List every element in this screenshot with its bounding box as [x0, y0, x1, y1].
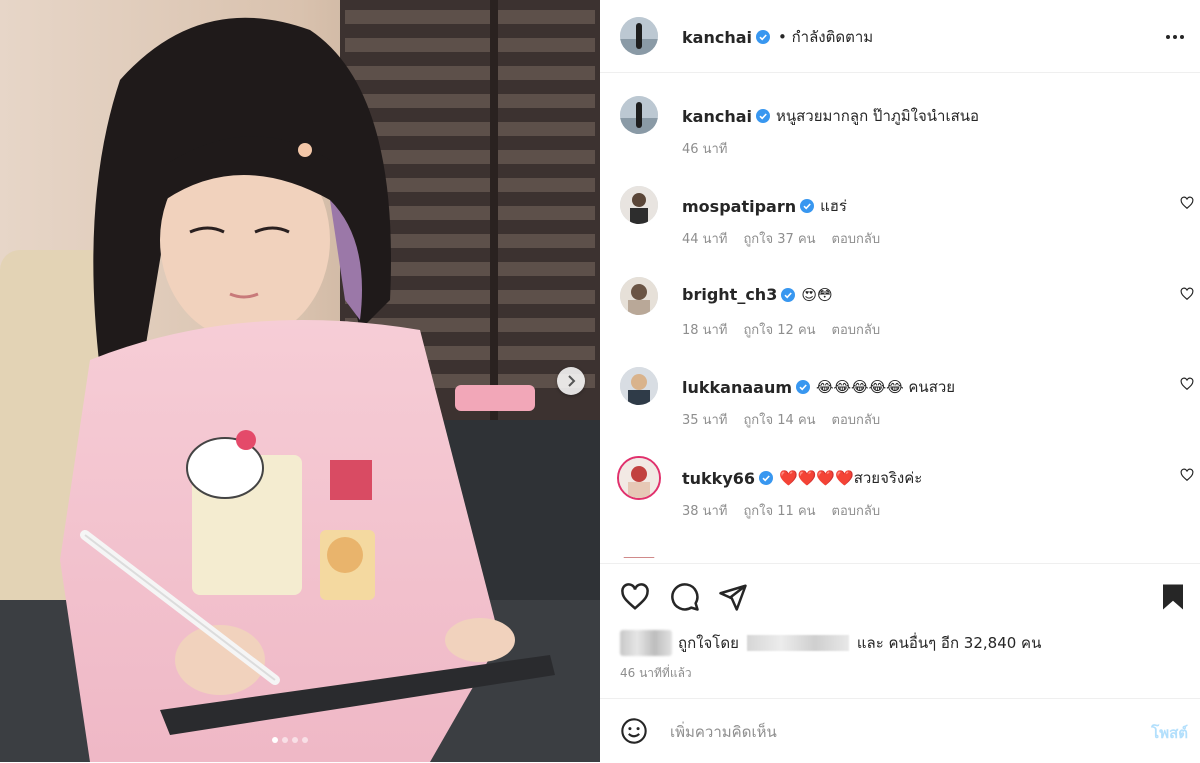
- comment-text: 😍😳: [801, 285, 833, 304]
- profile-photo: [620, 367, 658, 405]
- verified-badge-icon: [759, 471, 774, 485]
- username-link[interactable]: mospatiparn: [682, 197, 796, 216]
- carousel-dot[interactable]: [272, 737, 278, 743]
- heart-icon[interactable]: [1180, 377, 1194, 391]
- post-comment-button[interactable]: โพสต์: [1151, 721, 1188, 745]
- username-link[interactable]: kanchai: [682, 107, 752, 126]
- comment-time: 35 นาที: [682, 413, 728, 428]
- avatar[interactable]: [620, 367, 658, 405]
- verified-badge-icon: [755, 30, 770, 44]
- comment-text: 😂😂😂😂😂 คนสวย: [816, 378, 956, 396]
- avatar[interactable]: [617, 456, 661, 500]
- comment-item: tukky66 ❤️❤️❤️❤️สวยจริงค่ะ 38 นาที ถูกใจ…: [600, 456, 1200, 538]
- more-options-icon[interactable]: [1164, 26, 1186, 48]
- avatar[interactable]: [620, 186, 658, 224]
- profile-photo: [619, 458, 659, 498]
- comment-item: mospatiparn แฮร่ 44 นาที ถูกใจ 37 คน ตอบ…: [600, 186, 1200, 266]
- post-actions: ถูกใจโดย และ คนอื่นๆ อีก 32,840 คน 46 นา…: [600, 563, 1200, 704]
- comment-meta: 38 นาที ถูกใจ 11 คน ตอบกลับ: [682, 500, 880, 521]
- comment-item: bright_ch3 😍😳 18 นาที ถูกใจ 12 คน ตอบกลั…: [600, 277, 1200, 357]
- comment-text: แฮร่: [820, 197, 847, 215]
- comment-likes[interactable]: ถูกใจ 12 คน: [743, 319, 815, 340]
- heart-icon[interactable]: [1180, 196, 1194, 210]
- profile-photo: [620, 186, 658, 224]
- username-link[interactable]: bright_ch3: [682, 285, 777, 304]
- post-header: kanchai • กำลังติดตาม: [600, 0, 1200, 73]
- comment-likes[interactable]: ถูกใจ 11 คน: [743, 500, 815, 521]
- avatar[interactable]: [620, 96, 658, 134]
- avatar[interactable]: [620, 17, 658, 55]
- post-time: 46 นาทีที่แล้ว: [620, 666, 692, 680]
- comment-line: tukky66 ❤️❤️❤️❤️สวยจริงค่ะ: [682, 466, 922, 490]
- comment-line: bright_ch3 😍😳: [682, 285, 833, 304]
- bookmark-icon[interactable]: [1160, 582, 1186, 612]
- reply-button[interactable]: ตอบกลับ: [832, 319, 881, 340]
- verified-badge-icon: [755, 109, 770, 123]
- reply-button[interactable]: ตอบกลับ: [832, 500, 881, 521]
- post-side-panel: kanchai • กำลังติดตาม kanchai หนูสวยมากล…: [600, 0, 1200, 762]
- comment-line: mospatiparn แฮร่: [682, 194, 847, 218]
- caption: kanchai หนูสวยมากลูก ป๊าภูมิใจนำเสนอ 46 …: [600, 96, 1200, 176]
- comment-meta: 44 นาที ถูกใจ 37 คน ตอบกลับ: [682, 228, 880, 249]
- carousel-dot[interactable]: [282, 737, 288, 743]
- reply-button[interactable]: ตอบกลับ: [832, 409, 881, 430]
- photo-girl-drawing-on-tablet: [0, 0, 600, 762]
- post-author: kanchai • กำลังติดตาม: [682, 25, 873, 49]
- caption-line: kanchai หนูสวยมากลูก ป๊าภูมิใจนำเสนอ: [682, 104, 979, 128]
- comment-meta: 35 นาที ถูกใจ 14 คน ตอบกลับ: [682, 409, 880, 430]
- comment-likes[interactable]: ถูกใจ 37 คน: [743, 228, 815, 249]
- comment-line: lukkanaaum 😂😂😂😂😂 คนสวย: [682, 375, 955, 399]
- post-photo[interactable]: [0, 0, 600, 762]
- caption-text: หนูสวยมากลูก ป๊าภูมิใจนำเสนอ: [775, 107, 979, 125]
- comment-input[interactable]: [668, 717, 1112, 747]
- comment-icon[interactable]: [670, 582, 700, 612]
- comment-meta: 18 นาที ถูกใจ 12 คน ตอบกลับ: [682, 319, 880, 340]
- comment-text: ❤️❤️❤️❤️สวยจริงค่ะ: [779, 469, 923, 487]
- liker-avatars: [620, 630, 672, 656]
- username-link[interactable]: kanchai: [682, 28, 752, 47]
- heart-icon[interactable]: [1180, 287, 1194, 301]
- comment-time: 18 นาที: [682, 323, 728, 338]
- carousel-dots: [272, 737, 308, 743]
- reply-button[interactable]: ตอบกลับ: [832, 228, 881, 249]
- chevron-right-icon: [568, 375, 576, 387]
- carousel-dot[interactable]: [302, 737, 308, 743]
- comment-likes[interactable]: ถูกใจ 14 คน: [743, 409, 815, 430]
- likes-suffix[interactable]: และ คนอื่นๆ อีก 32,840 คน: [857, 631, 1041, 655]
- heart-icon[interactable]: [1180, 468, 1194, 482]
- share-icon[interactable]: [718, 582, 748, 612]
- caption-time: 46 นาที: [682, 142, 728, 157]
- carousel-dot[interactable]: [292, 737, 298, 743]
- heart-icon[interactable]: [620, 582, 650, 612]
- username-link[interactable]: lukkanaaum: [682, 378, 792, 397]
- next-comment-cutoff: [620, 550, 1180, 558]
- profile-photo: [620, 96, 658, 134]
- avatar[interactable]: [620, 277, 658, 315]
- profile-photo: [620, 17, 658, 55]
- verified-badge-icon: [800, 199, 815, 213]
- emoji-icon[interactable]: [620, 717, 648, 745]
- username-link[interactable]: tukky66: [682, 469, 755, 488]
- caption-meta: 46 นาที: [682, 138, 727, 159]
- verified-badge-icon: [781, 287, 796, 302]
- comment-time: 38 นาที: [682, 504, 728, 519]
- likes-summary[interactable]: ถูกใจโดย และ คนอื่นๆ อีก 32,840 คน: [620, 630, 1041, 656]
- next-image-button[interactable]: [557, 367, 585, 395]
- verified-badge-icon: [796, 380, 810, 394]
- cutoff-content: [623, 550, 655, 558]
- likes-prefix: ถูกใจโดย: [678, 634, 739, 652]
- follow-status[interactable]: • กำลังติดตาม: [778, 25, 873, 49]
- profile-photo: [620, 277, 658, 315]
- comment-bar: โพสต์: [600, 698, 1200, 763]
- comment-item: lukkanaaum 😂😂😂😂😂 คนสวย 35 นาที ถูกใจ 14 …: [600, 367, 1200, 447]
- liker-name-blurred[interactable]: [746, 635, 849, 651]
- comment-time: 44 นาที: [682, 232, 728, 247]
